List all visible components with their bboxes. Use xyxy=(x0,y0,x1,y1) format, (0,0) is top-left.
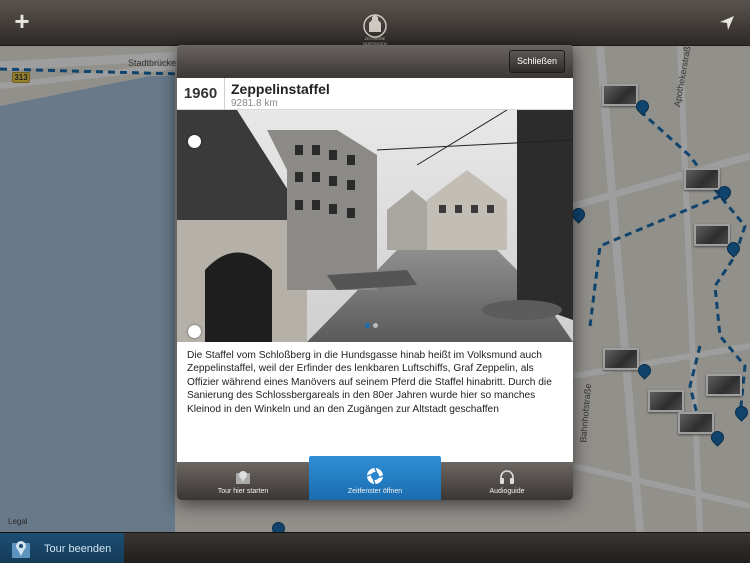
title-row: 1960 Zeppelinstaffel 9281.8 km xyxy=(177,78,573,110)
photo-hotspot[interactable] xyxy=(188,135,201,148)
open-timewindow-button[interactable]: Zeitfenster öffnen xyxy=(309,456,441,500)
open-timewindow-label: Zeitfenster öffnen xyxy=(347,488,403,495)
shutter-icon xyxy=(366,467,384,485)
poi-distance: 9281.8 km xyxy=(231,98,278,109)
tour-end-button[interactable]: Tour beenden xyxy=(0,533,124,563)
location-arrow-icon[interactable] xyxy=(718,14,736,32)
poi-title: Zeppelinstaffel xyxy=(231,81,330,97)
tour-start-icon xyxy=(236,471,250,484)
poi-description: Die Staffel vom Schloßberg in die Hundsg… xyxy=(187,350,552,415)
poi-detail-dialog: Schließen 1960 Zeppelinstaffel 9281.8 km xyxy=(177,45,573,500)
page-dot xyxy=(373,323,378,328)
add-icon[interactable]: + xyxy=(11,8,33,34)
headphones-icon xyxy=(500,470,514,484)
photo-image xyxy=(177,110,573,342)
tour-start-label: Tour hier starten xyxy=(217,488,269,495)
title-block: Zeppelinstaffel 9281.8 km xyxy=(225,78,330,109)
photo-page-indicator[interactable] xyxy=(365,323,378,328)
dialog-header: Schließen xyxy=(177,45,573,78)
photo-hotspot[interactable] xyxy=(188,325,201,338)
dialog-action-bar: Tour hier starten Zeitfenster öffnen Aud… xyxy=(177,456,573,500)
map-tour-icon xyxy=(12,540,30,558)
bottom-toolbar: Tour beenden xyxy=(0,532,750,563)
audioguide-label: Audioguide xyxy=(489,488,525,495)
app-logo-icon: ZEITREISE NÜRTINGEN xyxy=(363,14,387,46)
historic-photo[interactable] xyxy=(177,110,573,342)
top-toolbar: + ZEITREISE NÜRTINGEN xyxy=(0,0,750,46)
year-label: 1960 xyxy=(177,78,225,109)
tour-end-label: Tour beenden xyxy=(44,542,112,555)
close-button[interactable]: Schließen xyxy=(508,50,565,73)
audioguide-button[interactable]: Audioguide xyxy=(441,462,573,500)
page-dot-active xyxy=(365,323,370,328)
tour-start-button[interactable]: Tour hier starten xyxy=(177,462,309,500)
